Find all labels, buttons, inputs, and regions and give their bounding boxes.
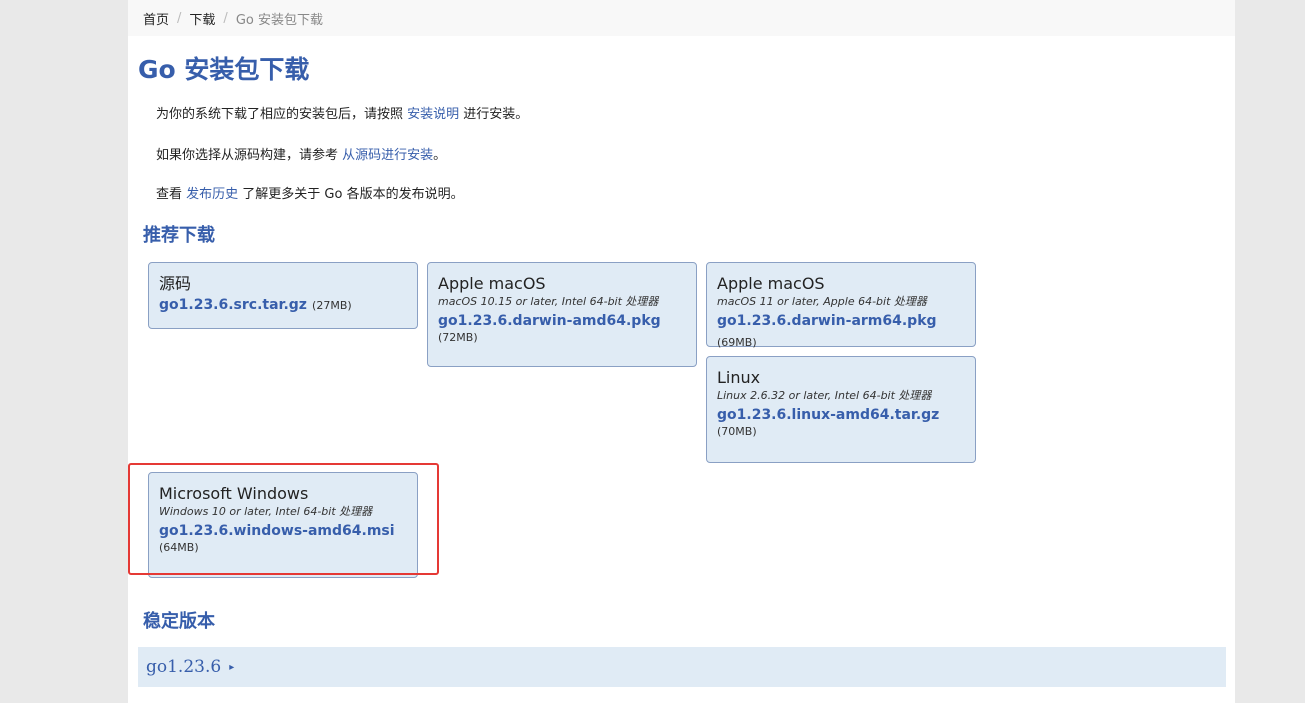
source-install-link[interactable]: 从源码进行安装 [342,148,433,163]
platform-name: Linux [717,368,761,387]
version-toggle-go1-23-6[interactable]: go1.23.6 ▸ [138,647,1226,687]
platform-name: Apple macOS [438,274,546,293]
breadcrumb-home-link[interactable]: 首页 [143,9,169,28]
download-link[interactable]: go1.23.6.linux-amd64.tar.gz [717,407,939,423]
download-link[interactable]: go1.23.6.windows-amd64.msi [159,523,395,539]
file-size: (27MB) [312,299,352,312]
download-card-windows[interactable]: Microsoft Windows Windows 10 or later, I… [148,472,418,578]
install-instructions-link[interactable]: 安装说明 [407,107,459,122]
file-size: (64MB) [159,541,199,554]
intro-text: 进行安装。 [459,107,529,122]
download-card-source[interactable]: 源码 go1.23.6.src.tar.gz (27MB) [148,262,418,329]
file-size: (72MB) [438,331,478,344]
breadcrumb-separator: / [223,10,228,26]
intro-text: 。 [433,148,447,163]
download-card-linux[interactable]: Linux Linux 2.6.32 or later, Intel 64-bi… [706,356,976,463]
release-history-link[interactable]: 发布历史 [186,187,238,202]
file-size: (69MB) [717,336,757,349]
platform-name: 源码 [159,274,192,293]
version-label: go1.23.6 [146,657,222,677]
intro-install-instructions: 为你的系统下载了相应的安装包后，请按照 安装说明 进行安装。 [156,103,528,122]
download-link[interactable]: go1.23.6.src.tar.gz [159,297,307,313]
stable-versions-heading: 稳定版本 [143,611,215,632]
system-requirements: Windows 10 or later, Intel 64-bit 处理器 [159,505,373,518]
page-container: 首页 / 下载 / Go 安装包下载 Go 安装包下载 为你的系统下载了相应的安… [128,0,1235,703]
download-card-macos-amd64[interactable]: Apple macOS macOS 10.15 or later, Intel … [427,262,697,367]
breadcrumb: 首页 / 下载 / Go 安装包下载 [128,0,1235,36]
expand-arrow-icon: ▸ [229,661,235,673]
platform-name: Microsoft Windows [159,484,309,503]
intro-text: 了解更多关于 Go 各版本的发布说明。 [238,187,464,202]
intro-release-history: 查看 发布历史 了解更多关于 Go 各版本的发布说明。 [156,183,464,202]
intro-text: 如果你选择从源码构建，请参考 [156,148,343,163]
breadcrumb-current: Go 安装包下载 [235,12,323,28]
download-card-macos-arm64[interactable]: Apple macOS macOS 11 or later, Apple 64-… [706,262,976,349]
intro-text: 查看 [156,187,187,202]
download-link[interactable]: go1.23.6.darwin-arm64.pkg [717,313,937,329]
file-size: (70MB) [717,425,757,438]
intro-source-install: 如果你选择从源码构建，请参考 从源码进行安装。 [156,144,446,163]
page-title: Go 安装包下载 [138,55,310,84]
intro-text: 为你的系统下载了相应的安装包后，请按照 [156,107,408,122]
featured-downloads-heading: 推荐下载 [143,225,215,246]
system-requirements: macOS 11 or later, Apple 64-bit 处理器 [717,295,927,308]
system-requirements: macOS 10.15 or later, Intel 64-bit 处理器 [438,295,659,308]
platform-name: Apple macOS [717,274,825,293]
system-requirements: Linux 2.6.32 or later, Intel 64-bit 处理器 [717,389,932,402]
breadcrumb-downloads-link[interactable]: 下载 [189,9,215,28]
download-link[interactable]: go1.23.6.darwin-amd64.pkg [438,313,661,329]
breadcrumb-separator: / [177,10,182,26]
